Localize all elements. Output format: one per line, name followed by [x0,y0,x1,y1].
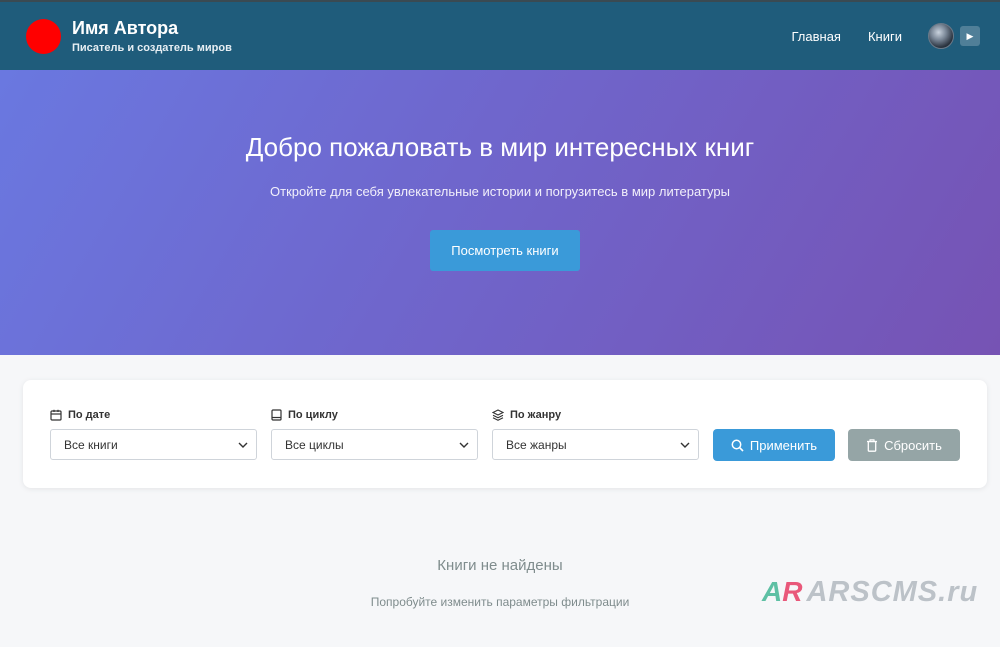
watermark-text: ARSCMS.ru [806,576,979,608]
book-icon [271,409,282,421]
chevron-down-icon [459,442,469,448]
date-select[interactable]: Все книги [50,429,257,460]
filter-date-label: По дате [50,408,257,422]
filter-series: По циклу Все циклы [271,408,478,460]
nav-link-books[interactable]: Книги [868,29,902,44]
genre-select-value: Все жанры [506,437,567,452]
empty-state-title: Книги не найдены [437,557,563,574]
view-books-button[interactable]: Посмотреть книги [430,230,580,271]
date-select-value: Все книги [64,437,118,452]
layers-icon [492,409,504,421]
calendar-icon [50,409,62,421]
main-nav: Главная Книги ▶ [764,23,980,49]
genre-select[interactable]: Все жанры [492,429,699,460]
hero-title: Добро пожаловать в мир интересных книг [245,132,755,162]
play-icon: ▶ [966,30,974,41]
watermark: AR ARSCMS.ru [762,576,978,608]
search-icon [731,439,744,452]
watermark-logo: AR [762,576,803,607]
reset-button[interactable]: Сбросить [848,429,960,461]
brand-name[interactable]: Имя Автора [72,17,232,39]
series-select-value: Все циклы [285,437,344,452]
apply-button[interactable]: Применить [713,429,835,461]
filter-date: По дате Все книги [50,408,257,460]
hero-subtitle: Откройте для себя увлекательные истории … [270,184,730,199]
site-header: Имя Автора Писатель и создатель миров Гл… [0,2,1000,70]
series-select[interactable]: Все циклы [271,429,478,460]
filter-genre: По жанру Все жанры [492,408,699,460]
hero-section: Добро пожаловать в мир интересных книг О… [0,70,1000,355]
chevron-down-icon [680,442,690,448]
nav-link-home[interactable]: Главная [791,29,840,44]
filter-panel: По дате Все книги По циклу Все циклы По … [23,380,987,488]
filter-genre-label: По жанру [492,408,699,422]
avatar[interactable] [928,23,954,49]
play-button[interactable]: ▶ [960,26,980,46]
brand-subtitle: Писатель и создатель миров [72,42,232,54]
logo-icon[interactable] [26,18,61,54]
filter-series-label: По циклу [271,408,478,422]
brand: Имя Автора Писатель и создатель миров [72,17,232,55]
chevron-down-icon [238,442,248,448]
trash-icon [867,438,878,452]
